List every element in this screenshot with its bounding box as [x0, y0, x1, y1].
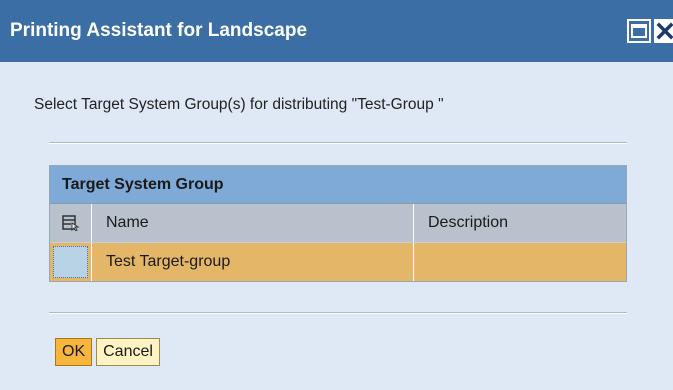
dialog-titlebar: Printing Assistant for Landscape: [0, 0, 673, 62]
column-header-name[interactable]: Name: [92, 204, 414, 242]
table-header-row: Name Description: [50, 203, 626, 242]
close-button[interactable]: [654, 19, 673, 43]
cell-description[interactable]: [414, 243, 626, 281]
close-icon: [656, 22, 673, 40]
select-columns-icon: [61, 215, 80, 231]
ok-button[interactable]: OK: [55, 338, 93, 366]
column-header-description[interactable]: Description: [414, 204, 626, 242]
dialog-title: Printing Assistant for Landscape: [10, 20, 308, 41]
row-select-box[interactable]: [53, 246, 88, 278]
separator: [49, 312, 627, 314]
row-selector[interactable]: [50, 243, 92, 281]
cancel-button[interactable]: Cancel: [96, 338, 160, 366]
select-all-button[interactable]: [50, 204, 92, 242]
table-title: Target System Group: [50, 166, 626, 203]
dialog-body: Select Target System Group(s) for distri…: [0, 62, 673, 390]
separator: [49, 142, 627, 144]
instruction-text: Select Target System Group(s) for distri…: [34, 96, 444, 113]
maximize-button[interactable]: [627, 19, 651, 43]
maximize-icon: [631, 24, 647, 38]
cell-name[interactable]: Test Target-group: [92, 243, 414, 281]
target-system-group-table: Target System Group Name Description Tes…: [49, 165, 627, 282]
table-row[interactable]: Test Target-group: [50, 242, 626, 281]
button-bar: OK Cancel: [55, 338, 160, 366]
